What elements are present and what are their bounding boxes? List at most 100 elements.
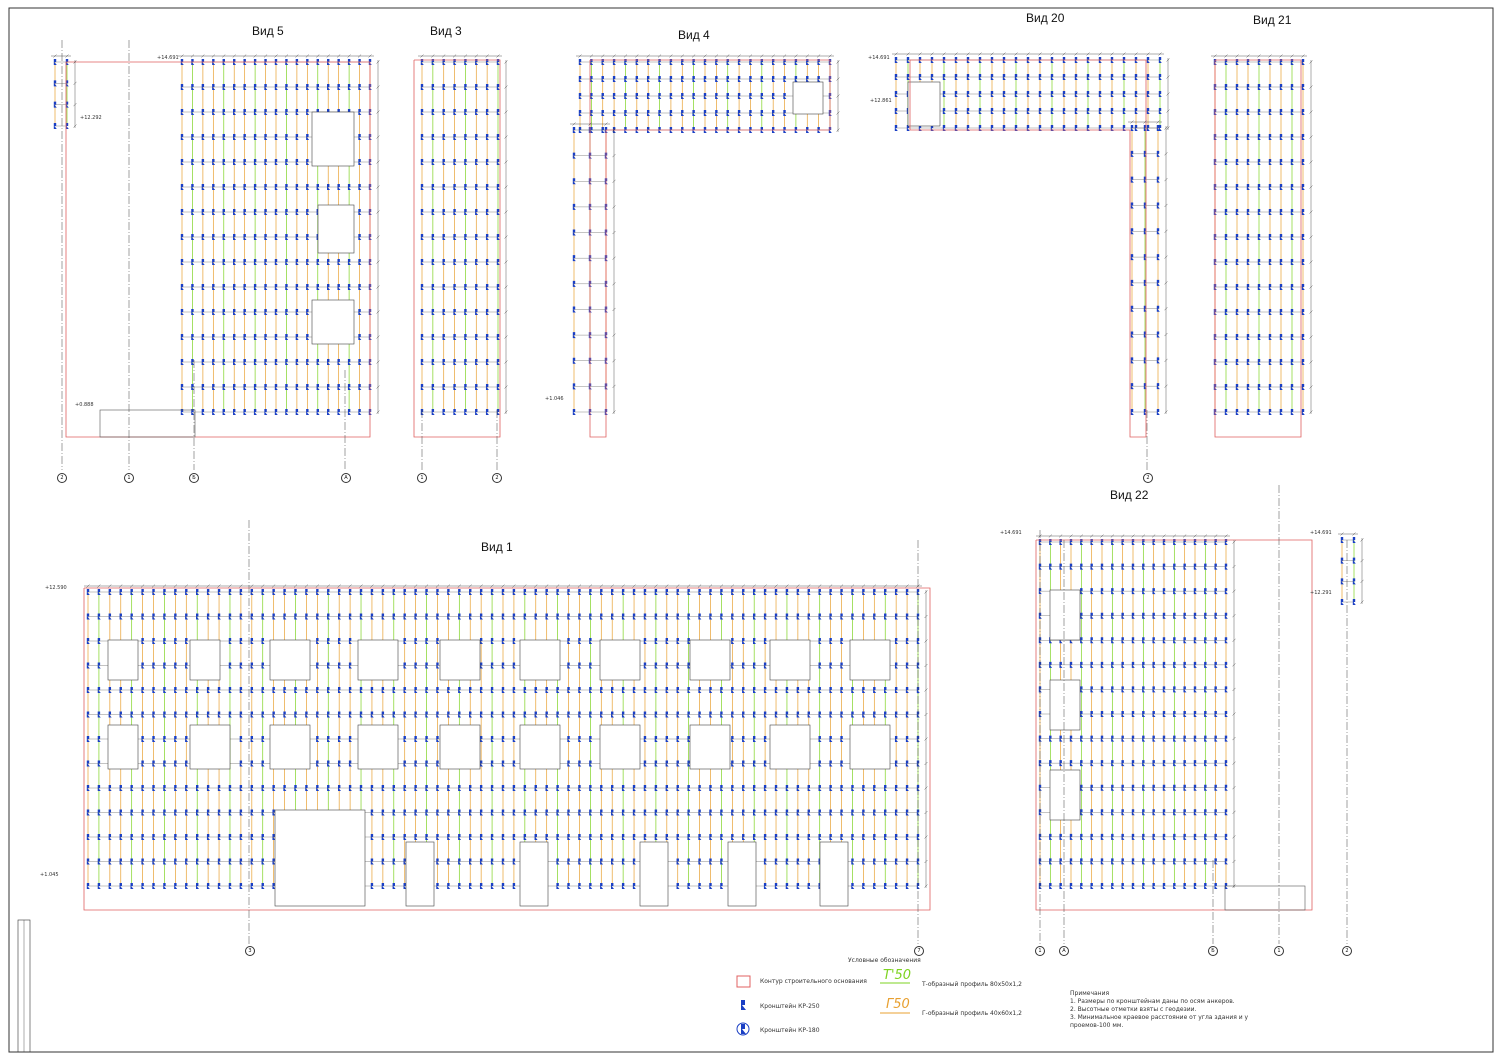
opening [317, 204, 355, 254]
opening [689, 639, 731, 681]
bracket-icon [1301, 359, 1305, 365]
bracket-icon [1224, 637, 1228, 644]
opening [639, 841, 669, 907]
bracket-icon [496, 134, 500, 140]
bracket-icon [1301, 409, 1305, 415]
opening [274, 809, 366, 907]
view-title-3: Вид 3 [430, 24, 462, 38]
elevation-mark: +12.292 [80, 115, 102, 121]
legend-title: Условные обозначения [848, 957, 921, 964]
bracket-kr180-icon [736, 1022, 750, 1036]
axis-marker: 2 [492, 473, 502, 483]
axis-marker: 1 [1274, 946, 1284, 956]
bracket-kr250-icon [741, 1000, 746, 1010]
bracket-icon [1224, 760, 1228, 767]
bracket-icon [1158, 74, 1162, 80]
bracket-icon [1301, 134, 1305, 140]
legend-contour-label: Контур строительного основания [760, 978, 867, 985]
bracket-grid-vid5 [180, 59, 372, 415]
bracket-icon [1156, 357, 1160, 364]
opening [1049, 589, 1081, 641]
notes-block: Примечания 1. Размеры по кронштейнам дан… [1070, 990, 1248, 1030]
bracket-icon [496, 359, 500, 365]
bracket-icon [1224, 686, 1228, 693]
bracket-icon [496, 159, 500, 165]
bracket-icon [1224, 588, 1228, 595]
bracket-icon [496, 384, 500, 390]
opening [189, 724, 231, 770]
bracket-icon [1158, 108, 1162, 114]
axis-marker: 1 [124, 473, 134, 483]
bracket-icon [1224, 661, 1228, 668]
opening [689, 724, 731, 770]
bracket-icon [1156, 279, 1160, 286]
note-item: проемов-100 мм. [1070, 1022, 1124, 1029]
bracket-icon [916, 736, 920, 742]
notes-title: Примечания [1070, 990, 1110, 997]
bracket-icon [1224, 711, 1228, 717]
bracket-icon [496, 334, 500, 340]
bracket-icon [1352, 537, 1356, 543]
contour-vid21 [1214, 59, 1302, 438]
bracket-icon [1224, 809, 1228, 816]
dimension-chain [1128, 120, 1168, 414]
contour-vid4 [589, 59, 831, 438]
opening [1049, 769, 1081, 821]
bracket-icon [1158, 91, 1162, 97]
legend-kr250-label: Кронштейн КР-250 [760, 1003, 820, 1010]
bracket-icon [916, 785, 920, 791]
legend-t-profile-mark: Т'50 [883, 968, 912, 983]
opening [269, 639, 311, 681]
opening [439, 724, 481, 770]
bracket-icon [1156, 228, 1160, 235]
bracket-icon [916, 760, 920, 767]
bracket-icon [916, 589, 920, 595]
bracket-icon [1156, 176, 1160, 183]
drawing-sheet [8, 7, 1494, 1053]
dimension-chain [418, 54, 508, 414]
bracket-grid-vid20-top [894, 57, 1162, 131]
opening [907, 81, 941, 127]
view-title-20: Вид 20 [1026, 11, 1065, 25]
axis-marker: 7 [914, 946, 924, 956]
view-title-21: Вид 21 [1253, 13, 1292, 27]
bracket-icon [916, 883, 920, 889]
elevation-mark: +14.691 [157, 55, 179, 61]
legend-g-profile-mark: Г50 [886, 997, 910, 1012]
bracket-icon [1224, 735, 1228, 742]
bracket-grid-vid4-top [578, 59, 832, 133]
bracket-icon [916, 662, 920, 669]
bracket-icon [496, 109, 500, 115]
opening [405, 841, 435, 907]
bracket-icon [916, 613, 920, 620]
opening [792, 81, 824, 115]
note-item: 1. Размеры по кронштейнам даны по осям а… [1070, 998, 1235, 1005]
axis-marker: 1 [1035, 946, 1045, 956]
bracket-grid-vid20-right [1130, 125, 1160, 415]
opening [849, 724, 891, 770]
bracket-icon [496, 284, 500, 290]
axis-marker: 2 [1342, 946, 1352, 956]
bracket-icon [1301, 59, 1305, 65]
bracket-icon [1301, 84, 1305, 90]
opening [107, 724, 139, 770]
note-item: 2. Высотные отметки взяты с геодезии. [1070, 1006, 1197, 1013]
bracket-icon [1352, 557, 1356, 564]
bracket-icon [1301, 259, 1305, 265]
bracket-icon [1156, 202, 1160, 209]
bracket-icon [1301, 384, 1305, 390]
bracket-grid-vid5-side [53, 59, 69, 129]
bracket-grid-vid22 [1038, 539, 1228, 889]
bracket-icon [916, 638, 920, 644]
bracket-icon [496, 84, 500, 90]
bracket-icon [496, 209, 500, 215]
axis-marker: Б [1208, 946, 1218, 956]
opening [439, 639, 481, 681]
elevation-mark: +0.888 [75, 402, 94, 408]
legend-g-profile-label: Г-образный профиль 40х60х1,2 [922, 1010, 1022, 1017]
bracket-icon [916, 711, 920, 718]
axis-marker: А [341, 473, 351, 483]
opening [269, 724, 311, 770]
bracket-icon [1224, 563, 1228, 570]
elevation-mark: +12.291 [1310, 590, 1332, 596]
